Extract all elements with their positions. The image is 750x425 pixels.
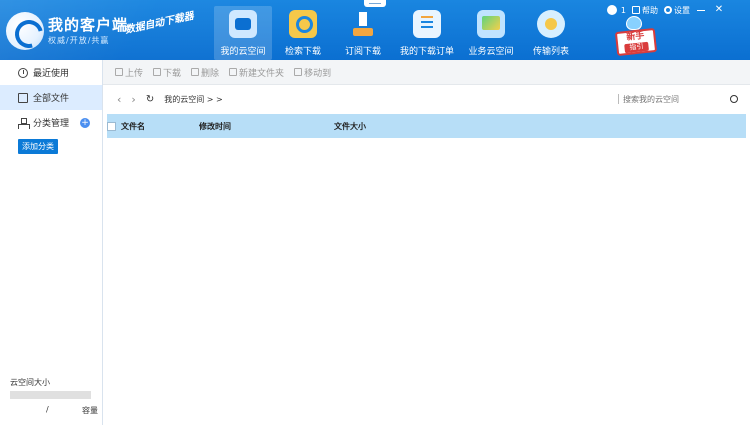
sidebar-item-all-files[interactable]: 全部文件 <box>0 85 102 110</box>
cloud-drive-icon <box>229 10 257 38</box>
search-input[interactable] <box>623 94 719 104</box>
nav-label: 订阅下载 <box>344 47 381 57</box>
nav-label: 业务云空间 <box>468 47 514 57</box>
top-right-controls: 1 帮助 设置 ✕ <box>601 3 726 17</box>
newbie-guide-button[interactable]: 新手 指引 <box>612 16 660 57</box>
search-divider <box>618 94 619 104</box>
nav-download-orders[interactable]: 我的下载订单 <box>394 6 460 60</box>
refresh-icon[interactable]: ↻ <box>146 94 154 105</box>
column-header-name[interactable]: 文件名 <box>121 121 199 132</box>
download-icon <box>153 68 162 76</box>
move-icon <box>294 68 303 76</box>
search-icon[interactable] <box>730 95 738 103</box>
nav-my-cloud[interactable]: 我的云空间 <box>214 6 272 60</box>
main-nav: 我的云空间 检索下载 订阅下载 我的下载订单 业务云空间 传输列表 <box>214 6 582 60</box>
sidebar: 最近使用 全部文件 分类管理 + 添加分类 云空间大小 / 容量 <box>0 60 103 425</box>
back-arrow-icon[interactable]: ‹ <box>117 93 121 106</box>
download-button[interactable]: 下载 <box>153 66 181 79</box>
main-panel: 上传 下载 删除 新建文件夹 移动到 ‹ › ↻ 我的云空间 > > 搜索我的云… <box>103 60 750 425</box>
nav-search-download[interactable]: 检索下载 <box>274 6 332 60</box>
sidebar-item-label: 最近使用 <box>33 69 70 79</box>
storage-capacity-label: 容量 <box>82 406 98 415</box>
column-header-size[interactable]: 文件大小 <box>334 121 366 132</box>
file-table-header: 文件名 修改时间 文件大小 <box>107 114 746 138</box>
close-button[interactable]: ✕ <box>712 3 726 17</box>
new-folder-label: 新建文件夹 <box>239 68 285 79</box>
sidebar-item-label: 全部文件 <box>33 94 70 104</box>
close-icon: ✕ <box>714 4 724 15</box>
download-order-icon <box>413 10 441 38</box>
storage-title: 云空间大小 <box>10 378 50 387</box>
path-bar: ‹ › ↻ 我的云空间 > > <box>103 85 750 113</box>
nav-label: 我的下载订单 <box>399 47 454 57</box>
storage-panel: 云空间大小 / 容量 <box>0 377 103 425</box>
move-to-label: 移动到 <box>304 68 332 79</box>
nav-label: 我的云空间 <box>220 47 266 57</box>
search-box <box>618 91 738 107</box>
move-to-button[interactable]: 移动到 <box>294 66 331 79</box>
app-brand: 我的客户端 <box>48 16 129 34</box>
delete-label: 删除 <box>201 68 220 79</box>
trash-icon <box>191 68 200 76</box>
folder-icon <box>18 92 28 103</box>
help-icon <box>632 6 640 14</box>
search-download-icon <box>289 10 317 38</box>
sidebar-item-category-manage[interactable]: 分类管理 + <box>0 110 102 135</box>
nav-label: 检索下载 <box>284 47 321 57</box>
gear-icon <box>664 6 672 14</box>
new-folder-icon <box>229 68 238 76</box>
transfer-list-icon <box>537 10 565 38</box>
upload-label: 上传 <box>125 68 144 79</box>
new-folder-button[interactable]: 新建文件夹 <box>229 66 284 79</box>
minimize-button[interactable] <box>694 3 708 17</box>
settings-button[interactable]: 设置 <box>664 5 690 16</box>
select-all-checkbox[interactable] <box>107 121 116 131</box>
app-tagline: 权威/开放/共赢 <box>48 36 110 45</box>
add-category-button[interactable]: 添加分类 <box>18 139 58 154</box>
mascot-bird-icon <box>626 16 642 30</box>
subscribe-download-icon <box>349 10 377 38</box>
file-toolbar: 上传 下载 删除 新建文件夹 移动到 <box>103 60 750 85</box>
help-label: 帮助 <box>642 5 658 15</box>
sidebar-item-recent[interactable]: 最近使用 <box>0 60 102 85</box>
nav-business-cloud[interactable]: 业务云空间 <box>462 6 520 60</box>
user-count: 1 <box>620 5 626 15</box>
download-label: 下载 <box>163 68 182 79</box>
column-header-modified[interactable]: 修改时间 <box>199 121 334 132</box>
storage-slash: / <box>46 405 49 414</box>
help-button[interactable]: 帮助 <box>632 5 658 16</box>
nav-label: 传输列表 <box>532 47 569 57</box>
storage-progress-bar <box>10 391 91 399</box>
upload-icon <box>115 68 123 76</box>
clock-icon <box>18 67 28 78</box>
minimize-icon <box>697 9 705 11</box>
user-menu[interactable]: 1 <box>606 5 626 15</box>
nav-subscribe-download[interactable]: 订阅下载 <box>334 6 392 60</box>
category-tree-icon <box>18 117 30 129</box>
forward-arrow-icon[interactable]: › <box>131 93 135 106</box>
app-header: 我的客户端 权威/开放/共赢 数据自动下载器 我的云空间 检索下载 订阅下载 我… <box>0 0 750 60</box>
upload-button[interactable]: 上传 <box>115 66 143 79</box>
business-cloud-icon <box>477 10 505 38</box>
breadcrumb[interactable]: 我的云空间 > > <box>164 94 223 105</box>
app-logo-icon <box>6 12 44 50</box>
newbie-board: 新手 指引 <box>614 27 658 57</box>
nav-transfer-list[interactable]: 传输列表 <box>522 6 580 60</box>
delete-button[interactable]: 删除 <box>191 66 219 79</box>
user-icon <box>606 5 617 15</box>
add-category-plus-icon[interactable]: + <box>80 117 90 128</box>
settings-label: 设置 <box>674 5 690 15</box>
sidebar-item-label: 分类管理 <box>33 119 70 129</box>
